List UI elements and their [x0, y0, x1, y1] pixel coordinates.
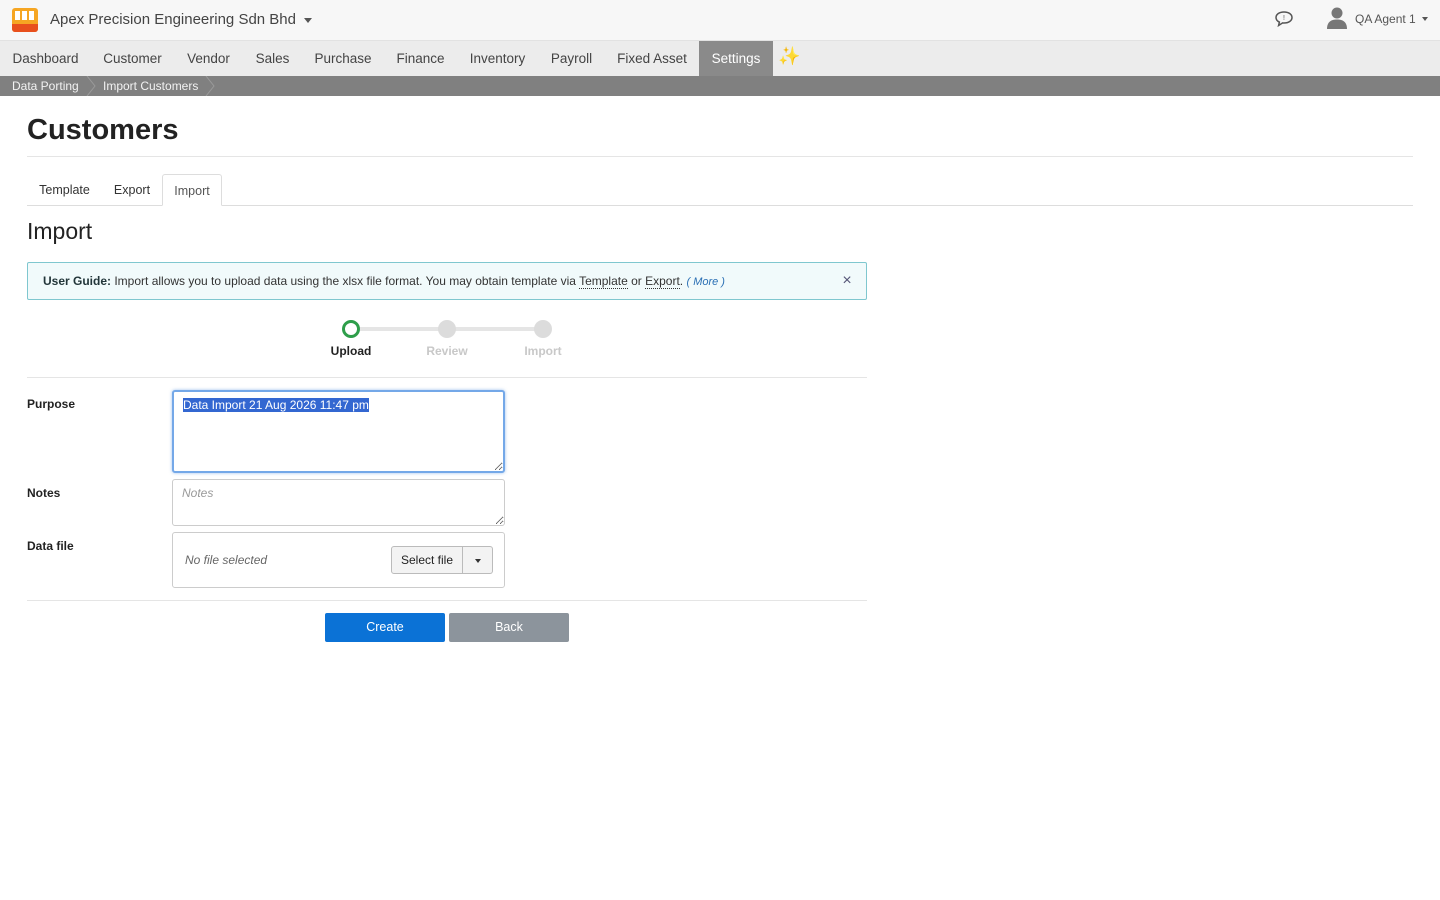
chevron-down-icon [1422, 17, 1428, 21]
tab-import[interactable]: Import [162, 174, 222, 206]
chevron-down-icon [304, 17, 312, 23]
nav-settings[interactable]: Settings [699, 41, 773, 76]
user-guide-label: User Guide: [43, 274, 112, 288]
breadcrumb: Data Porting Import Customers [0, 76, 1440, 96]
nav-dashboard[interactable]: Dashboard [0, 41, 91, 76]
nav-inventory[interactable]: Inventory [457, 41, 538, 76]
nav-customer[interactable]: Customer [91, 41, 174, 76]
more-link[interactable]: ( More ) [686, 276, 725, 288]
chat-icon[interactable]: ! [1274, 10, 1294, 28]
user-guide-or: or [627, 274, 646, 288]
select-file-button[interactable]: Select file [391, 546, 463, 574]
svg-text:!: ! [1283, 15, 1285, 22]
file-picker: No file selected Select file [172, 532, 505, 588]
company-logo [12, 8, 38, 32]
create-button[interactable]: Create [325, 613, 445, 642]
main-nav: Dashboard Customer Vendor Sales Purchase… [0, 40, 1440, 76]
company-switcher[interactable]: Apex Precision Engineering Sdn Bhd [50, 11, 312, 28]
step-upload-label: Upload [330, 344, 372, 358]
purpose-label: Purpose [27, 397, 76, 411]
notes-label: Notes [27, 486, 61, 500]
breadcrumb-separator-icon [205, 76, 215, 96]
nav-fixed-asset[interactable]: Fixed Asset [605, 41, 699, 76]
nav-payroll[interactable]: Payroll [538, 41, 605, 76]
tab-template[interactable]: Template [27, 174, 102, 206]
select-file-dropdown-button[interactable] [463, 546, 493, 574]
sparkle-icon[interactable]: ✨ [778, 46, 800, 67]
tabs-divider [27, 205, 1413, 206]
back-button[interactable]: Back [449, 613, 569, 642]
user-guide-body: Import allows you to upload data using t… [111, 274, 580, 288]
nav-purchase[interactable]: Purchase [302, 41, 384, 76]
breadcrumb-import-customers[interactable]: Import Customers [103, 76, 198, 96]
notes-input[interactable] [172, 479, 505, 526]
close-icon[interactable]: × [838, 271, 856, 291]
form-divider-bottom [27, 600, 867, 601]
user-guide-alert: User Guide: Import allows you to upload … [27, 262, 867, 300]
purpose-input[interactable] [172, 390, 505, 473]
user-guide-text: User Guide: Import allows you to upload … [43, 274, 725, 289]
step-review-dot [438, 320, 456, 338]
tab-export[interactable]: Export [102, 174, 162, 206]
top-bar: Apex Precision Engineering Sdn Bhd ! QA … [0, 0, 1440, 40]
export-link[interactable]: Export [645, 274, 680, 289]
breadcrumb-data-porting[interactable]: Data Porting [12, 76, 79, 96]
step-upload-dot [342, 320, 360, 338]
nav-finance[interactable]: Finance [384, 41, 457, 76]
user-icon [1326, 6, 1348, 30]
step-import-dot [534, 320, 552, 338]
title-divider [27, 156, 1413, 157]
breadcrumb-separator-icon [86, 76, 96, 96]
form-divider-top [27, 377, 867, 378]
data-file-label: Data file [27, 539, 74, 553]
step-review-label: Review [426, 344, 468, 358]
template-link[interactable]: Template [579, 274, 628, 289]
user-name: QA Agent 1 [1355, 12, 1416, 26]
company-name: Apex Precision Engineering Sdn Bhd [50, 11, 296, 28]
chevron-down-icon [475, 559, 481, 563]
no-file-text: No file selected [185, 553, 268, 567]
section-title: Import [27, 218, 93, 244]
nav-sales[interactable]: Sales [243, 41, 302, 76]
page-title: Customers [27, 114, 179, 146]
step-import-label: Import [524, 344, 562, 358]
nav-vendor[interactable]: Vendor [174, 41, 243, 76]
